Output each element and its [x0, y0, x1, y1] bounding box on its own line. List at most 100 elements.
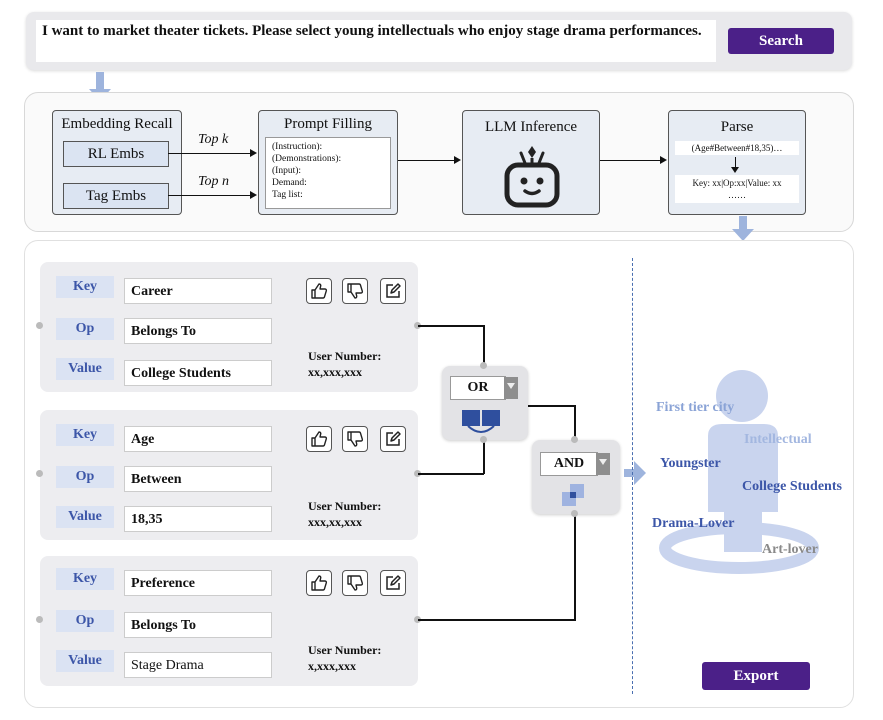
op-field[interactable]: Belongs To: [124, 318, 272, 344]
thumbs-down-button[interactable]: [342, 570, 368, 596]
and-operator-node[interactable]: AND: [532, 440, 620, 514]
connector-port[interactable]: [480, 436, 487, 443]
thumbs-down-button[interactable]: [342, 278, 368, 304]
connector-port[interactable]: [36, 322, 43, 329]
top-n-label: Top n: [198, 174, 230, 189]
arrow-right-icon: [660, 156, 667, 164]
connector: [527, 405, 575, 407]
persona-tag: Art-lover: [762, 542, 818, 557]
user-number: User Number: xx,xxx,xxx: [308, 348, 381, 380]
thumbs-up-button[interactable]: [306, 278, 332, 304]
edit-button[interactable]: [380, 570, 406, 596]
union-icon: [462, 410, 500, 433]
op-label: Op: [56, 466, 114, 488]
rl-embs-box: RL Embs: [63, 141, 169, 167]
user-number-label: User Number:: [308, 643, 382, 657]
parse-input-text: (Age#Between#18,35)…: [675, 141, 799, 155]
llm-inference-title: LLM Inference: [484, 119, 578, 135]
llm-inference-box: LLM Inference: [462, 110, 600, 215]
embedding-recall-box: Embedding Recall RL Embs Tag Embs: [52, 110, 182, 215]
prompt-template: (Instruction): (Demonstrations): (Input)…: [265, 137, 391, 209]
edit-icon: [386, 575, 401, 590]
prompt-line: Tag list:: [272, 190, 303, 200]
connector: [418, 325, 484, 327]
key-field[interactable]: Career: [124, 278, 272, 304]
rule-card: Key Career Op Belongs To Value College S…: [40, 262, 418, 392]
user-number: User Number: x,xxx,xxx: [308, 642, 381, 674]
edit-button[interactable]: [380, 426, 406, 452]
prompt-line: (Input):: [272, 166, 302, 176]
rule-card: Key Preference Op Belongs To Value Stage…: [40, 556, 418, 686]
arrow-down-icon: [731, 167, 739, 173]
connector: [168, 195, 250, 196]
arrow-right-icon: [250, 191, 257, 199]
connector: [483, 440, 485, 474]
value-label: Value: [56, 506, 114, 528]
connector: [574, 514, 576, 620]
thumbs-down-icon: [347, 575, 364, 591]
persona-tag: First tier city: [656, 400, 735, 415]
thumbs-up-button[interactable]: [306, 570, 332, 596]
thumbs-up-button[interactable]: [306, 426, 332, 452]
persona-tag: College Students: [742, 479, 842, 494]
arrow-right-icon: [250, 149, 257, 157]
connector: [483, 325, 485, 367]
or-select[interactable]: OR: [450, 376, 506, 400]
user-number-value: xxx,xx,xxx: [308, 515, 362, 529]
edit-icon: [386, 431, 401, 446]
user-number-label: User Number:: [308, 499, 382, 513]
user-number-value: xx,xxx,xxx: [308, 365, 362, 379]
prompt-line: Demand:: [272, 178, 307, 188]
key-label: Key: [56, 568, 114, 590]
chevron-down-icon[interactable]: [504, 377, 518, 399]
chevron-down-icon[interactable]: [596, 453, 610, 475]
value-field[interactable]: Stage Drama: [124, 652, 272, 678]
intersection-icon: [562, 484, 584, 506]
connector-port[interactable]: [571, 510, 578, 517]
prompt-line: (Demonstrations):: [272, 154, 342, 164]
and-select[interactable]: AND: [540, 452, 598, 476]
connector-port[interactable]: [36, 470, 43, 477]
op-label: Op: [56, 318, 114, 340]
value-field[interactable]: College Students: [124, 360, 272, 386]
connector: [418, 473, 484, 475]
thumbs-down-icon: [347, 431, 364, 447]
query-input[interactable]: I want to market theater tickets. Please…: [36, 20, 716, 62]
connector: [600, 160, 660, 161]
parse-output-text: Key: xx|Op:xx|Value: xx: [692, 178, 782, 188]
value-field[interactable]: 18,35: [124, 506, 272, 532]
op-field[interactable]: Between: [124, 466, 272, 492]
op-field[interactable]: Belongs To: [124, 612, 272, 638]
connector-port[interactable]: [480, 362, 487, 369]
op-label: Op: [56, 610, 114, 632]
persona-tag: Youngster: [660, 456, 721, 471]
thumbs-down-button[interactable]: [342, 426, 368, 452]
user-number-label: User Number:: [308, 349, 382, 363]
search-button[interactable]: Search: [728, 28, 834, 54]
parse-box: Parse (Age#Between#18,35)… Key: xx|Op:xx…: [668, 110, 806, 215]
thumbs-down-icon: [347, 283, 364, 299]
arrow-right-icon: [454, 156, 461, 164]
thumbs-up-icon: [311, 431, 328, 447]
export-button[interactable]: Export: [702, 662, 810, 690]
connector: [398, 160, 454, 161]
value-label: Value: [56, 650, 114, 672]
connector-port[interactable]: [36, 616, 43, 623]
user-number: User Number: xxx,xx,xxx: [308, 498, 381, 530]
key-field[interactable]: Preference: [124, 570, 272, 596]
persona-tag: Intellectual: [744, 432, 812, 447]
edit-button[interactable]: [380, 278, 406, 304]
prompt-line: (Instruction):: [272, 142, 323, 152]
thumbs-up-icon: [311, 575, 328, 591]
robot-icon: [504, 146, 560, 208]
parse-output: Key: xx|Op:xx|Value: xx ……: [675, 175, 799, 203]
key-label: Key: [56, 276, 114, 298]
connector-port[interactable]: [571, 436, 578, 443]
connector: [418, 619, 576, 621]
or-operator-node[interactable]: OR: [442, 366, 528, 440]
user-number-value: x,xxx,xxx: [308, 659, 356, 673]
top-k-label: Top k: [198, 132, 229, 147]
edit-icon: [386, 283, 401, 298]
parse-title: Parse: [720, 119, 754, 135]
key-field[interactable]: Age: [124, 426, 272, 452]
